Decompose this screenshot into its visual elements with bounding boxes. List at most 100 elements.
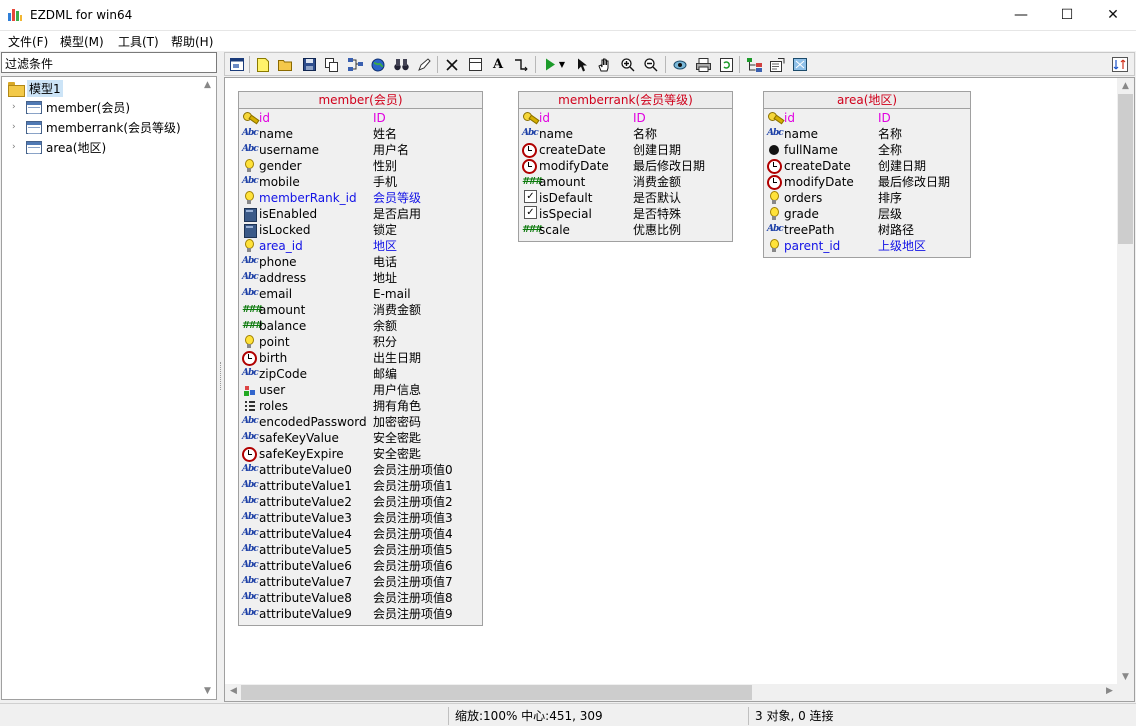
new-icon[interactable] (254, 56, 272, 73)
table-icon[interactable] (466, 56, 484, 73)
scroll-up-icon[interactable]: ▲ (1117, 81, 1134, 91)
maximize-button[interactable]: ☐ (1044, 0, 1090, 30)
vertical-scroll-thumb[interactable] (1118, 94, 1133, 244)
network-icon[interactable] (346, 56, 364, 73)
zoom-out-icon[interactable] (642, 56, 660, 73)
field-row[interactable]: ### scale 优惠比例 (519, 222, 732, 238)
dropdown-icon[interactable]: ▼ (557, 56, 567, 73)
expand-arrow-icon[interactable]: › (12, 102, 16, 112)
tree-icon[interactable] (745, 56, 763, 73)
canvas-horizontal-scrollbar[interactable]: ◀ ▶ (225, 684, 1118, 701)
link-icon[interactable] (512, 56, 530, 73)
field-row[interactable]: Abc safeKeyValue 安全密匙 (239, 430, 482, 446)
tree-item-memberrank[interactable]: memberrank(会员等级) (26, 118, 181, 136)
entity-member[interactable]: member(会员) id ID Abc name 姓名 Abc username 用户名 gen… (238, 91, 483, 626)
field-row[interactable]: Abc attributeValue6 会员注册项值6 (239, 558, 482, 574)
scroll-down-icon[interactable]: ▼ (1117, 672, 1134, 682)
entity-area[interactable]: area(地区) id ID Abc name 名称 fullName 全称 createDat… (763, 91, 971, 258)
field-row[interactable]: point 积分 (239, 334, 482, 350)
field-row[interactable]: Abc mobile 手机 (239, 174, 482, 190)
field-row[interactable]: id ID (764, 110, 970, 126)
field-row[interactable]: Abc username 用户名 (239, 142, 482, 158)
copy-icon[interactable] (323, 56, 341, 73)
field-row[interactable]: area_id 地区 (239, 238, 482, 254)
horizontal-scroll-thumb[interactable] (241, 685, 752, 700)
field-row[interactable]: createDate 创建日期 (764, 158, 970, 174)
field-row[interactable]: Abc treePath 树路径 (764, 222, 970, 238)
field-row[interactable]: Abc address 地址 (239, 270, 482, 286)
close-button[interactable]: ✕ (1090, 0, 1136, 30)
field-row[interactable]: id ID (519, 110, 732, 126)
field-row[interactable]: ### amount 消费金额 (239, 302, 482, 318)
swap-icon[interactable] (1111, 56, 1129, 73)
field-row[interactable]: Abc attributeValue8 会员注册项值8 (239, 590, 482, 606)
scroll-right-icon[interactable]: ▶ (1101, 686, 1118, 696)
eye-icon[interactable] (671, 56, 689, 73)
save-icon[interactable] (300, 56, 318, 73)
globe-icon[interactable] (369, 56, 387, 73)
field-row[interactable]: isEnabled 是否启用 (239, 206, 482, 222)
field-row[interactable]: Abc name 名称 (519, 126, 732, 142)
diagram-canvas[interactable]: member(会员) id ID Abc name 姓名 Abc username 用户名 gen… (224, 77, 1135, 702)
field-row[interactable]: Abc encodedPassword 加密密码 (239, 414, 482, 430)
field-row[interactable]: modifyDate 最后修改日期 (764, 174, 970, 190)
field-row[interactable]: roles 拥有角色 (239, 398, 482, 414)
field-row[interactable]: Abc attributeValue1 会员注册项值1 (239, 478, 482, 494)
tree-root[interactable]: 模型1 (8, 79, 63, 97)
open-icon[interactable] (277, 56, 295, 73)
minimize-button[interactable]: — (998, 0, 1044, 30)
tree-scrollbar[interactable]: ▲ ▼ (199, 77, 216, 699)
field-row[interactable]: safeKeyExpire 安全密匙 (239, 446, 482, 462)
properties-icon[interactable] (768, 56, 786, 73)
refresh-icon[interactable] (717, 56, 735, 73)
field-row[interactable]: isLocked 锁定 (239, 222, 482, 238)
expand-arrow-icon[interactable]: › (12, 122, 16, 132)
menu-file[interactable]: 文件(F) (8, 33, 48, 50)
field-row[interactable]: Abc attributeValue3 会员注册项值3 (239, 510, 482, 526)
fit-icon[interactable] (791, 56, 809, 73)
binoculars-icon[interactable] (392, 56, 410, 73)
entity-memberrank[interactable]: memberrank(会员等级) id ID Abc name 名称 createDate 创… (518, 91, 733, 242)
text-icon[interactable]: A (489, 56, 507, 73)
field-row[interactable]: Abc attributeValue0 会员注册项值0 (239, 462, 482, 478)
field-row[interactable]: Abc zipCode 邮编 (239, 366, 482, 382)
hand-icon[interactable] (596, 56, 614, 73)
field-row[interactable]: Abc attributeValue7 会员注册项值7 (239, 574, 482, 590)
field-row[interactable]: isDefault 是否默认 (519, 190, 732, 206)
field-row[interactable]: gender 性别 (239, 158, 482, 174)
field-row[interactable]: Abc attributeValue2 会员注册项值2 (239, 494, 482, 510)
field-row[interactable]: Abc name 姓名 (239, 126, 482, 142)
layout-icon[interactable] (228, 56, 246, 73)
field-row[interactable]: parent_id 上级地区 (764, 238, 970, 254)
field-row[interactable]: createDate 创建日期 (519, 142, 732, 158)
field-row[interactable]: memberRank_id 会员等级 (239, 190, 482, 206)
menu-model[interactable]: 模型(M) (60, 33, 104, 50)
entity-title[interactable]: member(会员) (239, 92, 482, 109)
field-row[interactable]: ### amount 消费金额 (519, 174, 732, 190)
field-row[interactable]: orders 排序 (764, 190, 970, 206)
entity-title[interactable]: memberrank(会员等级) (519, 92, 732, 109)
field-row[interactable]: Abc attributeValue5 会员注册项值5 (239, 542, 482, 558)
tree-item-member[interactable]: member(会员) (26, 98, 130, 116)
field-row[interactable]: modifyDate 最后修改日期 (519, 158, 732, 174)
zoom-in-icon[interactable] (619, 56, 637, 73)
field-row[interactable]: fullName 全称 (764, 142, 970, 158)
field-row[interactable]: Abc name 名称 (764, 126, 970, 142)
field-row[interactable]: Abc attributeValue4 会员注册项值4 (239, 526, 482, 542)
field-row[interactable]: Abc email E-mail (239, 286, 482, 302)
field-row[interactable]: user 用户信息 (239, 382, 482, 398)
pointer-icon[interactable] (573, 56, 591, 73)
field-row[interactable]: isSpecial 是否特殊 (519, 206, 732, 222)
pen-icon[interactable] (415, 56, 433, 73)
scroll-up-icon[interactable]: ▲ (199, 80, 216, 90)
tree-item-area[interactable]: area(地区) (26, 138, 106, 156)
entity-title[interactable]: area(地区) (764, 92, 970, 109)
printer-icon[interactable] (694, 56, 712, 73)
field-row[interactable]: grade 层级 (764, 206, 970, 222)
field-row[interactable]: birth 出生日期 (239, 350, 482, 366)
canvas-vertical-scrollbar[interactable]: ▲ ▼ (1117, 78, 1134, 685)
menu-tools[interactable]: 工具(T) (118, 33, 159, 50)
field-row[interactable]: ### balance 余额 (239, 318, 482, 334)
expand-arrow-icon[interactable]: › (12, 142, 16, 152)
delete-icon[interactable] (443, 56, 461, 73)
